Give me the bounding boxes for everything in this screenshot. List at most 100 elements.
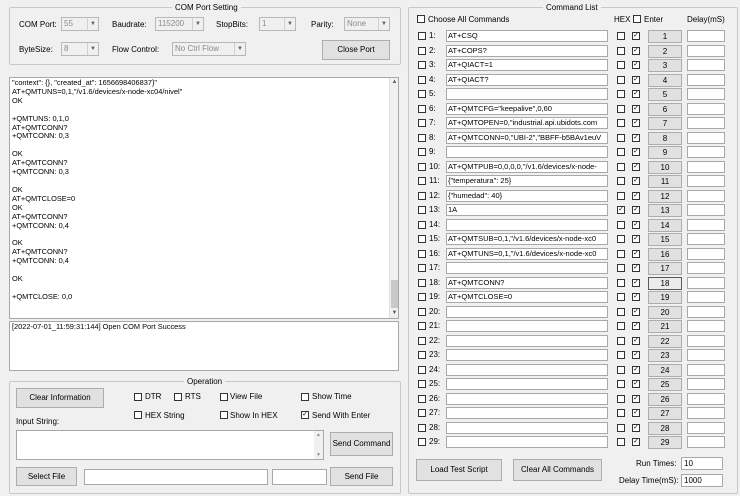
delay-input[interactable] (687, 74, 725, 86)
enter-checkbox[interactable]: ✓ (632, 366, 640, 374)
hex-checkbox[interactable] (617, 90, 625, 98)
command-select-checkbox[interactable] (418, 235, 426, 243)
command-input[interactable] (446, 146, 608, 158)
hex-checkbox[interactable] (617, 32, 625, 40)
bytesize-select[interactable]: 8 ▼ (61, 42, 99, 56)
scroll-down-icon[interactable]: ▼ (314, 451, 323, 459)
hex-checkbox[interactable] (617, 380, 625, 388)
scroll-down-icon[interactable]: ▼ (390, 309, 399, 318)
command-select-checkbox[interactable] (418, 264, 426, 272)
command-input[interactable]: {"temperatura": 25} (446, 175, 608, 187)
delay-input[interactable] (687, 364, 725, 376)
load-test-script-button[interactable]: Load Test Script (416, 459, 502, 481)
rts-checkbox[interactable] (174, 393, 182, 401)
enter-checkbox[interactable]: ✓ (632, 206, 640, 214)
send-command-28-button[interactable]: 28 (648, 422, 682, 435)
command-select-checkbox[interactable] (418, 366, 426, 374)
clear-all-commands-button[interactable]: Clear All Commands (513, 459, 602, 481)
send-command-20-button[interactable]: 20 (648, 306, 682, 319)
send-command-3-button[interactable]: 3 (648, 59, 682, 72)
command-input[interactable] (446, 306, 608, 318)
send-command-25-button[interactable]: 25 (648, 378, 682, 391)
command-select-checkbox[interactable] (418, 293, 426, 301)
delay-input[interactable] (687, 422, 725, 434)
hex-checkbox[interactable] (617, 438, 625, 446)
hex-checkbox[interactable] (617, 119, 625, 127)
send-command-8-button[interactable]: 8 (648, 132, 682, 145)
command-select-checkbox[interactable] (418, 32, 426, 40)
delay-input[interactable] (687, 30, 725, 42)
enter-all-checkbox[interactable] (633, 15, 641, 23)
delay-input[interactable] (687, 262, 725, 274)
enter-checkbox[interactable]: ✓ (632, 380, 640, 388)
command-input[interactable] (446, 436, 608, 448)
enter-checkbox[interactable]: ✓ (632, 264, 640, 272)
hex-checkbox[interactable] (617, 192, 625, 200)
command-select-checkbox[interactable] (418, 250, 426, 258)
delay-input[interactable] (687, 175, 725, 187)
hex-checkbox[interactable] (617, 235, 625, 243)
send-command-5-button[interactable]: 5 (648, 88, 682, 101)
flow-control-select[interactable]: No Ctrl Flow ▼ (172, 42, 246, 56)
delay-input[interactable] (687, 320, 725, 332)
dtr-checkbox[interactable] (134, 393, 142, 401)
scroll-up-icon[interactable]: ▲ (390, 78, 399, 87)
enter-checkbox[interactable]: ✓ (632, 250, 640, 258)
enter-checkbox[interactable]: ✓ (632, 438, 640, 446)
delay-input[interactable] (687, 204, 725, 216)
enter-checkbox[interactable]: ✓ (632, 293, 640, 301)
hex-checkbox[interactable] (617, 351, 625, 359)
hex-checkbox[interactable] (617, 76, 625, 84)
hex-checkbox[interactable] (617, 409, 625, 417)
hex-checkbox[interactable] (617, 105, 625, 113)
delay-input[interactable] (687, 132, 725, 144)
enter-checkbox[interactable]: ✓ (632, 76, 640, 84)
send-command-15-button[interactable]: 15 (648, 233, 682, 246)
hex-checkbox[interactable] (617, 134, 625, 142)
choose-all-checkbox[interactable] (417, 15, 425, 23)
command-input[interactable]: AT+COPS? (446, 45, 608, 57)
command-select-checkbox[interactable] (418, 90, 426, 98)
command-input[interactable] (446, 364, 608, 376)
send-command-7-button[interactable]: 7 (648, 117, 682, 130)
command-select-checkbox[interactable] (418, 163, 426, 171)
command-input[interactable]: AT+QMTOPEN=0,"industrial.api.ubidots.com (446, 117, 608, 129)
send-command-16-button[interactable]: 16 (648, 248, 682, 261)
delay-input[interactable] (687, 88, 725, 100)
hex-checkbox[interactable] (617, 337, 625, 345)
command-select-checkbox[interactable] (418, 409, 426, 417)
command-input[interactable]: AT+QMTSUB=0,1,"/v1.6/devices/x-node-xc0 (446, 233, 608, 245)
hex-checkbox[interactable] (617, 148, 625, 156)
hex-checkbox[interactable] (617, 395, 625, 403)
hex-checkbox[interactable] (617, 279, 625, 287)
command-select-checkbox[interactable] (418, 61, 426, 69)
send-command-10-button[interactable]: 10 (648, 161, 682, 174)
command-input[interactable]: AT+QMTCLOSE=0 (446, 291, 608, 303)
send-command-29-button[interactable]: 29 (648, 436, 682, 449)
command-input[interactable]: AT+QMTUNS=0,1,"/v1.6/devices/x-node-xc0 (446, 248, 608, 260)
terminal-scrollbar[interactable]: ▲ ▼ (389, 78, 398, 318)
command-input[interactable]: {"humedad": 40} (446, 190, 608, 202)
enter-checkbox[interactable]: ✓ (632, 163, 640, 171)
delay-input[interactable] (687, 436, 725, 448)
delay-input[interactable] (687, 190, 725, 202)
enter-checkbox[interactable]: ✓ (632, 105, 640, 113)
run-times-input[interactable]: 10 (681, 457, 723, 470)
delay-input[interactable] (687, 291, 725, 303)
close-port-button[interactable]: Close Port (322, 40, 390, 60)
hex-checkbox[interactable] (617, 424, 625, 432)
send-command-17-button[interactable]: 17 (648, 262, 682, 275)
clear-information-button[interactable]: Clear Information (16, 388, 104, 408)
enter-checkbox[interactable]: ✓ (632, 119, 640, 127)
send-command-2-button[interactable]: 2 (648, 45, 682, 58)
delay-input[interactable] (687, 45, 725, 57)
enter-checkbox[interactable]: ✓ (632, 322, 640, 330)
enter-checkbox[interactable]: ✓ (632, 177, 640, 185)
command-input[interactable] (446, 407, 608, 419)
hex-checkbox[interactable] (617, 366, 625, 374)
delay-input[interactable] (687, 349, 725, 361)
command-select-checkbox[interactable] (418, 177, 426, 185)
delay-input[interactable] (687, 335, 725, 347)
send-command-11-button[interactable]: 11 (648, 175, 682, 188)
enter-checkbox[interactable]: ✓ (632, 308, 640, 316)
